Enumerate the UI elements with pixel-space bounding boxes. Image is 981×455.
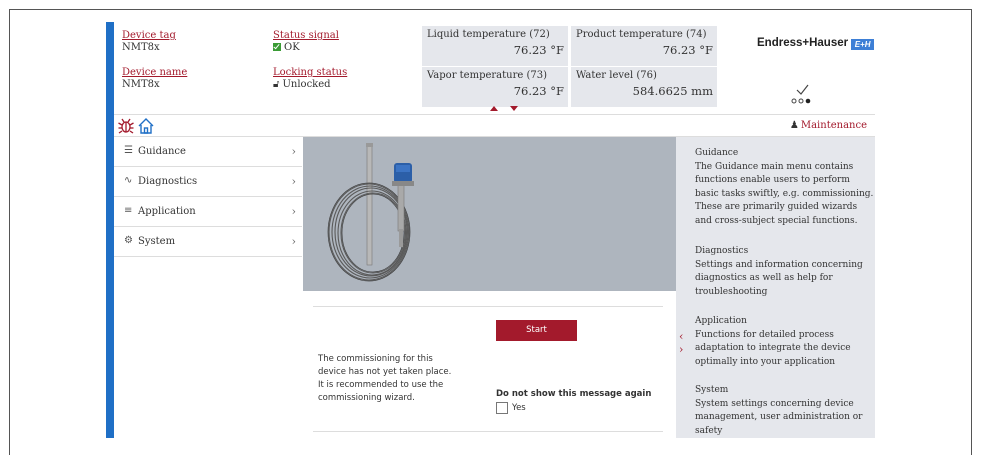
web-server-app: Device tag NMT8x Device name NMT8x Statu… <box>106 22 875 438</box>
yes-label: Yes <box>512 403 526 413</box>
chevron-right-icon: › <box>291 205 296 218</box>
device-product-image <box>303 137 676 291</box>
help-section-title: System <box>695 385 729 395</box>
device-tag-label[interactable]: Device tag <box>122 30 176 42</box>
navigation-bar: ♟︎ Maintenance <box>114 114 875 137</box>
measurement-value: 584.6625 mm <box>632 84 713 98</box>
divider <box>313 431 663 432</box>
help-section-application: Application Functions for detailed proce… <box>695 315 875 369</box>
measurement-label: Water level (76) <box>576 70 657 81</box>
unlocked-icon: 🔓︎ <box>273 79 280 90</box>
connection-status-icon[interactable] <box>788 79 816 109</box>
status-ok-icon <box>273 43 281 51</box>
measurement-label: Product temperature (74) <box>576 29 707 40</box>
locking-status-label[interactable]: Locking status <box>273 67 347 79</box>
menu-item-application[interactable]: ≡ Application › <box>114 197 302 227</box>
menu-item-guidance[interactable]: ☰ Guidance › <box>114 137 302 167</box>
status-signal-value-row: OK <box>273 42 339 54</box>
dont-show-checkbox[interactable] <box>496 402 508 414</box>
commissioning-message: The commissioning for this device has no… <box>318 354 452 403</box>
chevron-right-icon: › <box>291 145 296 158</box>
measurement-label: Liquid temperature (72) <box>427 29 550 40</box>
main-menu: ☰ Guidance › ∿ Diagnostics › ≡ Applicati… <box>114 137 302 438</box>
liquid-temperature-tile: Liquid temperature (72) 76.23 °F <box>422 26 568 66</box>
chevron-right-icon[interactable]: › <box>679 343 689 356</box>
locking-status-field: Locking status 🔓︎ Unlocked <box>273 67 347 91</box>
home-icon[interactable] <box>137 117 155 135</box>
help-section-diagnostics: Diagnostics Settings and information con… <box>695 245 875 299</box>
user-role[interactable]: ♟︎ Maintenance <box>790 120 867 131</box>
system-icon: ⚙︎ <box>124 235 133 246</box>
help-section-title: Application <box>695 316 747 326</box>
locking-status-value: Unlocked <box>282 79 331 90</box>
device-name-label[interactable]: Device name <box>122 67 187 79</box>
start-button[interactable]: Start <box>496 320 577 341</box>
product-temperature-tile: Product temperature (74) 76.23 °F <box>571 26 717 66</box>
status-signal-field: Status signal OK <box>273 30 339 54</box>
help-section-text: Functions for detailed process adaptatio… <box>695 329 851 367</box>
help-section-system: System System settings concerning device… <box>695 384 875 438</box>
brand-name: Endress+Hauser <box>757 37 849 49</box>
measurement-value: 76.23 °F <box>662 43 713 57</box>
menu-item-label: System <box>138 236 176 247</box>
measurement-label: Vapor temperature (73) <box>427 70 547 81</box>
brand-logo: Endress+Hauser E+H <box>757 37 875 50</box>
help-section-text: The Guidance main menu contains function… <box>695 161 874 226</box>
menu-item-label: Guidance <box>138 146 186 157</box>
bug-icon[interactable] <box>117 117 135 135</box>
menu-item-diagnostics[interactable]: ∿ Diagnostics › <box>114 167 302 197</box>
device-name-value: NMT8x <box>122 79 160 90</box>
device-tag-value: NMT8x <box>122 42 160 53</box>
divider <box>313 306 663 307</box>
chevron-right-icon: › <box>291 175 296 188</box>
menu-item-label: Diagnostics <box>138 176 198 187</box>
help-panel-toggle[interactable]: ‹ › <box>679 330 689 360</box>
application-icon: ≡ <box>124 205 133 216</box>
commissioning-notice: The commissioning for this device has no… <box>303 291 676 438</box>
help-section-guidance: Guidance The Guidance main menu contains… <box>695 147 875 228</box>
device-header: Device tag NMT8x Device name NMT8x Statu… <box>114 22 875 114</box>
water-level-tile: Water level (76) 584.6625 mm <box>571 67 717 107</box>
status-signal-value: OK <box>284 42 300 53</box>
guidance-icon: ☰ <box>124 145 133 156</box>
measurement-value: 76.23 °F <box>513 84 564 98</box>
vapor-temperature-tile: Vapor temperature (73) 76.23 °F <box>422 67 568 107</box>
user-icon: ♟︎ <box>789 120 799 131</box>
help-section-text: Settings and information concerning diag… <box>695 259 863 297</box>
menu-item-system[interactable]: ⚙︎ System › <box>114 227 302 257</box>
measurement-value: 76.23 °F <box>513 43 564 57</box>
help-panel: ‹ › Guidance The Guidance main menu cont… <box>676 137 875 438</box>
header-collapse-arrows-icon[interactable] <box>486 104 526 112</box>
chevron-left-icon[interactable]: ‹ <box>679 330 689 343</box>
help-section-title: Guidance <box>695 148 739 158</box>
dont-show-label: Do not show this message again <box>496 389 652 399</box>
help-section-text: System settings concerning device manage… <box>695 398 863 436</box>
locking-status-value-row: 🔓︎ Unlocked <box>273 79 347 91</box>
brand-logo-mark: E+H <box>851 39 875 50</box>
help-section-title: Diagnostics <box>695 246 749 256</box>
diagnostics-icon: ∿ <box>124 175 133 186</box>
chevron-right-icon: › <box>291 235 296 248</box>
accent-sidebar-strip <box>106 22 114 438</box>
user-role-label: Maintenance <box>800 120 867 131</box>
status-signal-label[interactable]: Status signal <box>273 30 339 42</box>
menu-item-label: Application <box>138 206 196 217</box>
device-name-field: Device name NMT8x <box>122 67 187 91</box>
device-tag-field: Device tag NMT8x <box>122 30 176 54</box>
